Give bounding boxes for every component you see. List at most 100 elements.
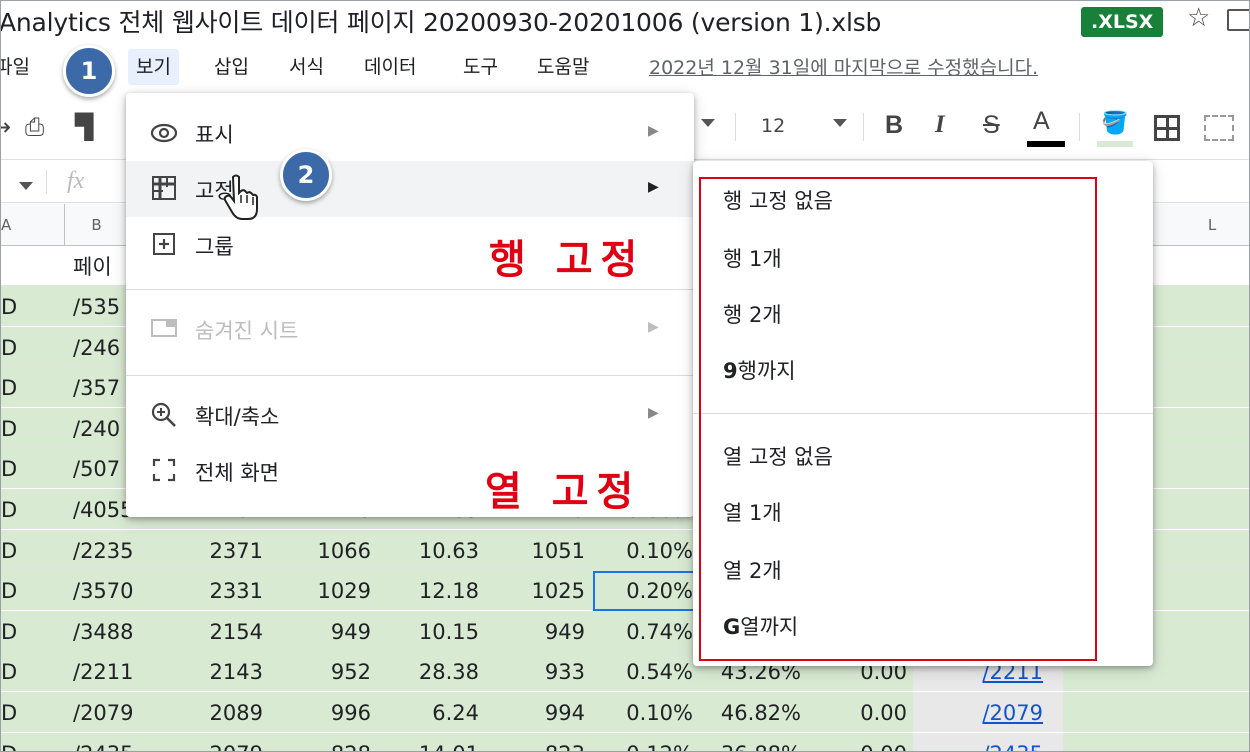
menu-view[interactable]: 보기 [128, 49, 179, 85]
font-size-value[interactable]: 12 [761, 115, 785, 137]
table-cell-a[interactable]: D [1, 408, 31, 448]
table-cell-d[interactable]: 949 [291, 611, 371, 651]
table-cell-b[interactable]: /2435 [73, 733, 163, 751]
view-menu-freeze[interactable]: 고정 ▶ [126, 161, 694, 217]
table-cell-e[interactable]: 10.63 [393, 530, 479, 570]
table-cell-a[interactable]: D [1, 651, 31, 691]
submenu-arrow-icon: ▶ [648, 405, 659, 421]
table-cell-e[interactable]: 10.15 [393, 611, 479, 651]
table-cell-f[interactable]: 1025 [499, 570, 585, 610]
merge-cells-icon[interactable] [1204, 115, 1234, 141]
table-cell-g[interactable]: 0.74% [599, 611, 693, 651]
submenu-arrow-icon: ▶ [648, 179, 659, 195]
view-menu-hidden-sheets[interactable]: 숨겨진 시트 ▶ [126, 301, 694, 357]
table-cell-g[interactable]: 0.10% [599, 530, 693, 570]
print-icon[interactable]: ⎙ [25, 113, 44, 141]
hand-cursor-icon [223, 173, 259, 221]
strikethrough-button[interactable]: S [983, 111, 1000, 140]
menu-help[interactable]: 도움말 [529, 49, 597, 85]
table-cell-g[interactable]: 0.12% [599, 733, 693, 751]
table-cell-b[interactable]: /3570 [73, 570, 163, 610]
view-menu-zoom-label: 확대/축소 [195, 405, 280, 429]
table-cell-c[interactable]: 2079 [181, 733, 263, 751]
column-header-l[interactable]: L [1173, 204, 1249, 246]
view-menu-show[interactable]: 표시 ▶ [126, 105, 694, 161]
menu-insert[interactable]: 삽입 [206, 49, 257, 85]
table-cell-j[interactable]: /2079 [931, 692, 1043, 732]
table-cell-a[interactable]: D [1, 692, 31, 732]
menu-tools[interactable]: 도구 [455, 49, 506, 85]
view-menu-zoom[interactable]: 확대/축소 ▶ [126, 387, 694, 443]
table-cell-f[interactable]: 1051 [499, 530, 585, 570]
column-header-a[interactable]: A [1, 204, 65, 246]
table-cell-e[interactable]: 14.01 [393, 733, 479, 751]
table-cell-e[interactable]: 6.24 [393, 692, 479, 732]
last-edit-link[interactable]: 2022년 12월 31일에 마지막으로 수정했습니다. [649, 53, 1038, 80]
table-cell-i[interactable]: 0.00 [813, 733, 907, 751]
table-cell-a[interactable]: D [1, 327, 31, 367]
menu-data[interactable]: 데이터 [356, 49, 424, 85]
table-cell-f[interactable]: 949 [499, 611, 585, 651]
table-cell-a[interactable]: D [1, 489, 31, 529]
toolbar-divider [1079, 113, 1080, 141]
table-cell-a[interactable]: D [1, 286, 31, 326]
table-cell-d[interactable]: 996 [291, 692, 371, 732]
paint-format-icon[interactable]: ▜ [75, 113, 93, 141]
table-row: D/2435 2079 828 14.01 823 0.12% 36.88% 0.00/243… [1, 732, 1249, 751]
eye-icon [150, 119, 178, 147]
table-cell-d[interactable]: 952 [291, 651, 371, 691]
document-title[interactable]: Analytics 전체 웹사이트 데이터 페이지 20200930-20201… [1, 3, 881, 39]
table-cell-d[interactable]: 1029 [291, 570, 371, 610]
table-cell-b[interactable]: /3488 [73, 611, 163, 651]
table-cell-a[interactable]: D [1, 530, 31, 570]
menu-file[interactable]: 파일 [1, 49, 38, 85]
table-cell-g[interactable]: 0.10% [599, 692, 693, 732]
table-cell-h[interactable]: 36.88% [701, 733, 801, 751]
table-cell-c[interactable]: 2143 [181, 651, 263, 691]
table-cell-g[interactable]: 0.54% [599, 651, 693, 691]
menu-format[interactable]: 서식 [281, 49, 332, 85]
table-cell-j[interactable]: /2435 [931, 733, 1043, 751]
font-size-caret[interactable] [833, 119, 847, 127]
font-dropdown-caret[interactable] [701, 119, 715, 127]
table-cell-h[interactable]: 46.82% [701, 692, 801, 732]
selected-cell[interactable] [593, 571, 695, 611]
annotation-column-freeze: 열 고정 [485, 469, 642, 515]
table-cell-i[interactable]: 0.00 [813, 692, 907, 732]
borders-icon[interactable] [1154, 115, 1180, 141]
table-cell-e[interactable]: 12.18 [393, 570, 479, 610]
table-cell-a[interactable]: D [1, 733, 31, 751]
table-cell-b[interactable]: /2211 [73, 651, 163, 691]
fill-color-icon[interactable]: 🪣 [1101, 111, 1128, 136]
star-icon[interactable]: ☆ [1187, 3, 1210, 33]
column-header-b[interactable]: B [65, 204, 129, 246]
table-cell-f[interactable]: 823 [499, 733, 585, 751]
name-box-caret[interactable] [19, 182, 33, 190]
table-cell-f[interactable]: 933 [499, 651, 585, 691]
folder-icon[interactable] [1227, 9, 1249, 31]
italic-button[interactable]: I [935, 111, 945, 139]
table-cell-a[interactable]: D [1, 570, 31, 610]
text-color-button[interactable]: A [1033, 107, 1050, 136]
table-cell-c[interactable]: 2154 [181, 611, 263, 651]
table-cell-d[interactable]: 1066 [291, 530, 371, 570]
table-cell-b[interactable]: /2235 [73, 530, 163, 570]
table-cell-d[interactable]: 828 [291, 733, 371, 751]
table-cell-c[interactable]: 2089 [181, 692, 263, 732]
table-cell-a[interactable]: D [1, 367, 31, 407]
table-cell-f[interactable]: 994 [499, 692, 585, 732]
bold-button[interactable]: B [885, 111, 903, 140]
screenshot-frame: Analytics 전체 웹사이트 데이터 페이지 20200930-20201… [0, 0, 1250, 752]
table-cell-c[interactable]: 2331 [181, 570, 263, 610]
table-cell-e[interactable]: 28.38 [393, 651, 479, 691]
header-cell[interactable]: 페이 [73, 246, 112, 286]
table-cell-c[interactable]: 2371 [181, 530, 263, 570]
view-menu-show-label: 표시 [195, 123, 234, 147]
table-cell-a[interactable]: D [1, 448, 31, 488]
redo-icon[interactable]: ↪ [1, 113, 11, 141]
view-menu: 표시 ▶ 고정 ▶ 그룹 숨겨진 시트 ▶ 확대/축소 ▶ 전체 화면 [126, 93, 694, 517]
formula-divider [46, 170, 47, 194]
step-1-badge: 1 [63, 45, 115, 97]
table-cell-a[interactable]: D [1, 611, 31, 651]
table-cell-b[interactable]: /2079 [73, 692, 163, 732]
